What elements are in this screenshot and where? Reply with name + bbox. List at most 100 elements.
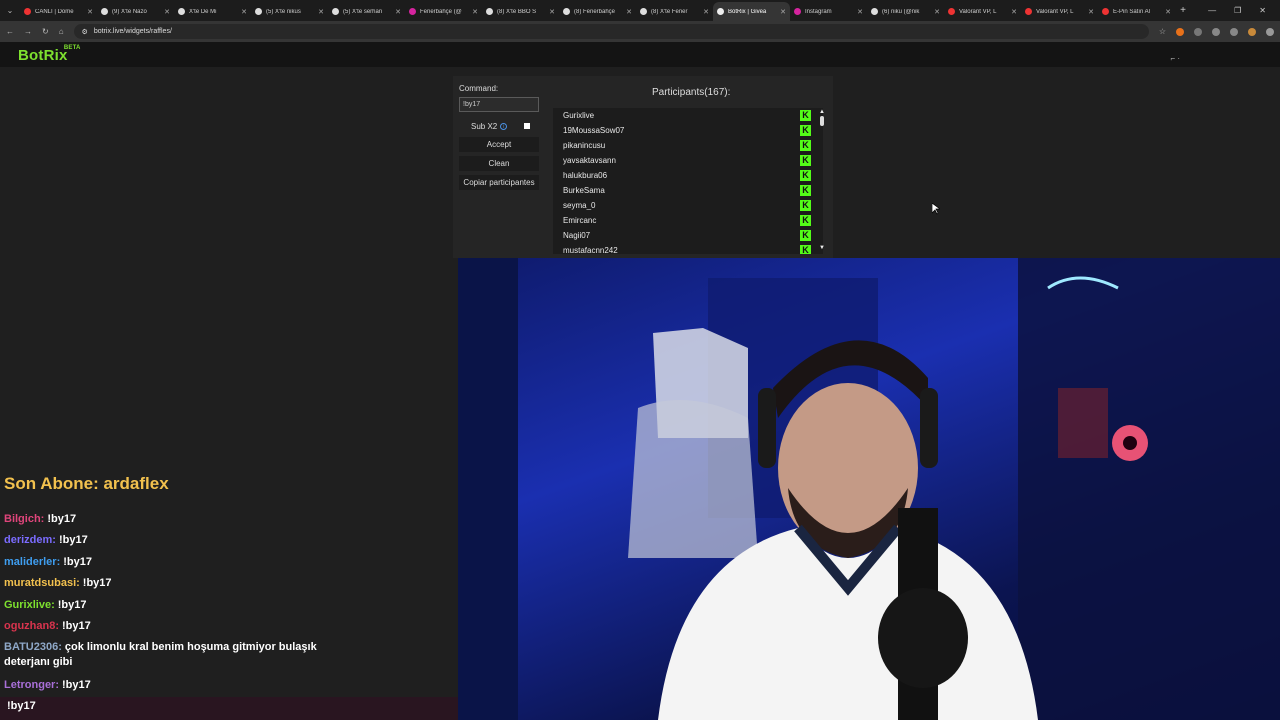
tab-search-icon[interactable]: ⌄ xyxy=(0,0,20,21)
chat-text: !by17 xyxy=(57,599,87,611)
chat-message: Bilgich: !by17 xyxy=(4,512,76,527)
close-window-button[interactable]: ✕ xyxy=(1259,6,1266,15)
participants-list[interactable]: Gurixlive K 19MoussaSow07 Kpikanincusu Kyavs… xyxy=(553,108,823,254)
browser-tab[interactable]: (6) niku (@nik ✕ xyxy=(867,2,944,21)
copy-participants-button[interactable]: Copiar participantes xyxy=(459,175,539,190)
participant-name: yavsaktavsann xyxy=(563,156,616,165)
botrix-logo[interactable]: BotRix BETA xyxy=(18,45,80,64)
participant-row[interactable]: pikanincusu K xyxy=(553,138,823,153)
tab-close-icon[interactable]: ✕ xyxy=(934,8,940,16)
tab-close-icon[interactable]: ✕ xyxy=(1088,8,1094,16)
command-label: Command: xyxy=(459,84,499,93)
sub-x2-row: Sub X2 i xyxy=(471,122,508,131)
browser-tab[interactable]: (8) X'te BBO S ✕ xyxy=(482,2,559,21)
tab-close-icon[interactable]: ✕ xyxy=(549,8,555,16)
chat-username: Gurixlive: xyxy=(4,599,55,611)
sub-x2-checkbox[interactable] xyxy=(524,123,530,129)
participant-row[interactable]: seyma_0 K xyxy=(553,198,823,213)
chat-username: BATU2306: xyxy=(4,641,62,653)
clean-button[interactable]: Clean xyxy=(459,156,539,171)
browser-tab[interactable]: Valorant VP, L ✕ xyxy=(944,2,1021,21)
extensions-area xyxy=(1176,27,1274,36)
info-icon[interactable]: i xyxy=(500,123,508,130)
back-icon[interactable]: ← xyxy=(6,27,14,36)
home-icon[interactable]: ⌂ xyxy=(59,27,64,36)
webcam-scene-illustration xyxy=(458,258,1280,720)
tab-close-icon[interactable]: ✕ xyxy=(87,8,93,16)
minimize-button[interactable]: — xyxy=(1208,6,1216,15)
browser-tab[interactable]: (8) X'te Fener ✕ xyxy=(636,2,713,21)
browser-tab[interactable]: X'te De Mi ✕ xyxy=(174,2,251,21)
browser-tab[interactable]: E-Pin Satın Al ✕ xyxy=(1098,2,1175,21)
chat-message: muratdsubasi: !by17 xyxy=(4,576,112,591)
webcam-feed xyxy=(458,258,1280,720)
extension-icon[interactable] xyxy=(1176,27,1184,36)
tab-close-icon[interactable]: ✕ xyxy=(626,8,632,16)
tab-favicon-icon xyxy=(563,8,570,15)
tab-favicon-icon xyxy=(717,8,724,15)
participant-row[interactable]: yavsaktavsann K xyxy=(553,153,823,168)
kick-icon: K xyxy=(800,215,811,226)
forward-icon[interactable]: → xyxy=(24,27,32,36)
browser-tab[interactable]: Fenerbahçe (@ ✕ xyxy=(405,2,482,21)
tab-close-icon[interactable]: ✕ xyxy=(241,8,247,16)
tab-close-icon[interactable]: ✕ xyxy=(780,8,786,16)
tab-close-icon[interactable]: ✕ xyxy=(1165,8,1171,16)
header-cursor-icon: ⌐ · xyxy=(1170,54,1180,63)
site-info-icon[interactable]: ⚙ xyxy=(82,28,88,36)
browser-tab[interactable]: Instagram ✕ xyxy=(790,2,867,21)
kick-icon: K xyxy=(800,230,811,241)
tab-title: Fenerbahçe (@ xyxy=(420,8,462,15)
extension-icon[interactable] xyxy=(1194,27,1202,36)
participant-row[interactable]: mustafacnn242 K xyxy=(553,243,823,254)
profile-avatar[interactable] xyxy=(1248,27,1256,36)
bookmark-star-icon[interactable]: ☆ xyxy=(1159,27,1166,36)
scrollbar-thumb[interactable] xyxy=(820,116,824,126)
kick-icon: K xyxy=(800,200,811,211)
tab-favicon-icon xyxy=(794,8,801,15)
tab-close-icon[interactable]: ✕ xyxy=(857,8,863,16)
accept-button[interactable]: Accept xyxy=(459,137,539,152)
tab-favicon-icon xyxy=(871,8,878,15)
tab-close-icon[interactable]: ✕ xyxy=(318,8,324,16)
puzzle-icon[interactable] xyxy=(1212,27,1220,36)
participant-name: seyma_0 xyxy=(563,201,596,210)
browser-tab[interactable]: CANLI | Dome ✕ xyxy=(20,2,97,21)
browser-tab[interactable]: (5) X'te nikus ✕ xyxy=(251,2,328,21)
browser-tab[interactable]: (8) Fenerbahçe ✕ xyxy=(559,2,636,21)
tab-close-icon[interactable]: ✕ xyxy=(395,8,401,16)
kick-icon: K xyxy=(800,110,811,121)
bottom-overlay-bar xyxy=(0,697,458,720)
maximize-button[interactable]: ❐ xyxy=(1234,6,1241,15)
browser-tab[interactable]: (9) X'te Nazo ✕ xyxy=(97,2,174,21)
new-tab-button[interactable]: + xyxy=(1175,5,1191,16)
tab-close-icon[interactable]: ✕ xyxy=(703,8,709,16)
tab-favicon-icon xyxy=(640,8,647,15)
participant-row[interactable]: 19MoussaSow07 K xyxy=(553,123,823,138)
chat-text: !by17 xyxy=(82,577,112,589)
sidebar-icon[interactable] xyxy=(1230,27,1238,36)
chat-username: oguzhan8: xyxy=(4,620,59,632)
browser-tab[interactable]: Valorant VP, L ✕ xyxy=(1021,2,1098,21)
scroll-up-arrow[interactable]: ▲ xyxy=(819,109,825,115)
menu-dots-icon[interactable] xyxy=(1266,27,1274,36)
participant-row[interactable]: Gurixlive K xyxy=(553,108,823,123)
scroll-down-arrow[interactable]: ▼ xyxy=(819,245,825,251)
participant-row[interactable]: halukbura06 K xyxy=(553,168,823,183)
tab-title: (9) X'te Nazo xyxy=(112,8,147,15)
tab-strip: CANLI | Dome ✕ (9) X'te Nazo ✕ X'te De Mi ✕ (5… xyxy=(20,0,1175,21)
tab-close-icon[interactable]: ✕ xyxy=(164,8,170,16)
tab-title: BotRix | Givea xyxy=(728,8,767,15)
browser-tab[interactable]: (5) X'te serhan ✕ xyxy=(328,2,405,21)
browser-tab[interactable]: BotRix | Givea ✕ xyxy=(713,2,790,21)
reload-icon[interactable]: ↻ xyxy=(42,27,49,36)
command-input[interactable] xyxy=(459,97,539,112)
url-field[interactable]: ⚙ botrix.live/widgets/raffles/ xyxy=(73,24,1149,39)
chat-message: !by17 xyxy=(4,699,36,714)
tab-close-icon[interactable]: ✕ xyxy=(1011,8,1017,16)
chat-message: maliderler: !by17 xyxy=(4,555,92,570)
participant-row[interactable]: BurkeSama K xyxy=(553,183,823,198)
participant-row[interactable]: Emircanc K xyxy=(553,213,823,228)
tab-close-icon[interactable]: ✕ xyxy=(472,8,478,16)
participant-row[interactable]: Nagii07 K xyxy=(553,228,823,243)
